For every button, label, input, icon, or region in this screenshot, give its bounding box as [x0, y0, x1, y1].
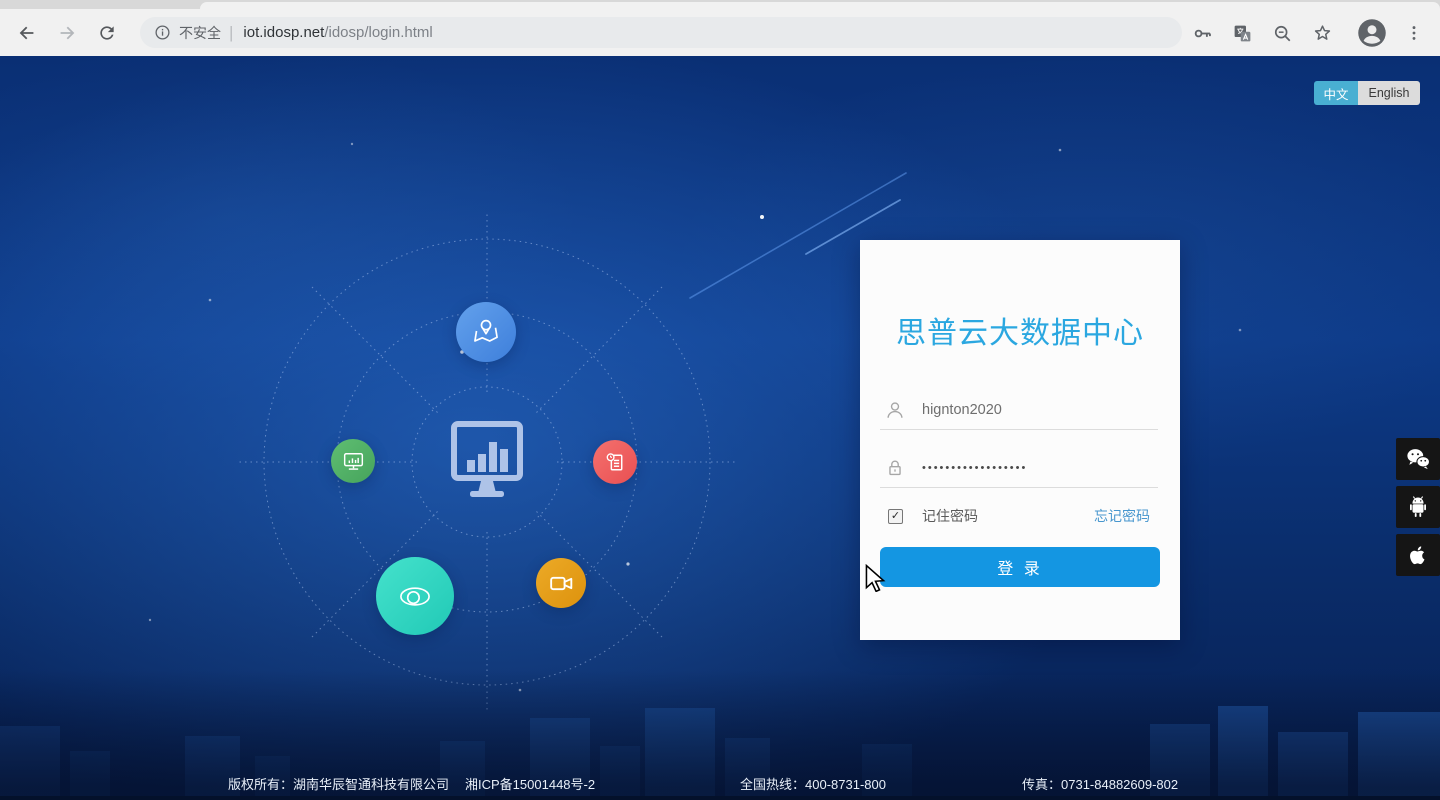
- back-button[interactable]: [12, 18, 42, 48]
- remember-checkbox[interactable]: ✓: [888, 508, 903, 524]
- language-toggle: 中文 English: [1314, 81, 1420, 105]
- footer-strip: [0, 796, 1440, 800]
- footer-fax: 传真：0731-84882609-802: [1022, 777, 1179, 792]
- report-document-icon: [606, 452, 622, 470]
- browser-tab-strip: [0, 0, 1440, 9]
- zoom-button[interactable]: [1269, 20, 1295, 46]
- wechat-icon: [1407, 449, 1431, 470]
- browser-toolbar: 不安全 | iot.idosp.net /idosp/login.html: [0, 9, 1440, 56]
- url-host: iot.idosp.net: [243, 24, 325, 41]
- login-button[interactable]: 登 录: [880, 547, 1160, 587]
- device-monitor-node: [331, 439, 375, 483]
- footer: 版权所有：湖南华辰智通科技有限公司 湘ICP备15001448号-2 全国热线：…: [0, 774, 1440, 792]
- report-document-node: [593, 440, 637, 484]
- map-location-node: [456, 302, 516, 362]
- user-icon: [884, 399, 910, 421]
- eye-icon: [400, 587, 430, 606]
- url-path: /idosp/login.html: [324, 24, 433, 41]
- eye-monitoring-node: [376, 557, 454, 635]
- translate-icon: [1234, 25, 1250, 41]
- footer-icp: 湘ICP备15001448号-2: [465, 777, 596, 792]
- username-input[interactable]: [920, 401, 1158, 419]
- password-manager-button[interactable]: [1189, 20, 1215, 46]
- password-input[interactable]: [920, 461, 1158, 475]
- star-icon: [1314, 24, 1330, 40]
- username-field-row: [880, 391, 1158, 430]
- reload-button[interactable]: [92, 18, 122, 48]
- back-icon: [19, 26, 34, 40]
- translate-button[interactable]: [1229, 20, 1255, 46]
- android-icon: [1410, 496, 1426, 517]
- language-chinese-button[interactable]: 中文: [1314, 81, 1358, 105]
- language-english-button[interactable]: English: [1358, 81, 1420, 105]
- central-dashboard-node: [437, 412, 537, 512]
- page-title: 思普云大数据中心: [896, 317, 1144, 350]
- footer-copyright: 版权所有：湖南华辰智通科技有限公司: [228, 777, 450, 792]
- remember-row: ✓ 记住密码 忘记密码: [880, 503, 1150, 529]
- footer-hotline: 全国热线：400-8731-800: [740, 777, 886, 792]
- bookmark-button[interactable]: [1309, 20, 1335, 46]
- forward-button[interactable]: [52, 18, 82, 48]
- android-app-button[interactable]: [1396, 486, 1440, 528]
- login-page: 中文 English 思普云大数据中心 hignton2020 ••••••••…: [0, 56, 1440, 800]
- url-separator: |: [229, 22, 234, 42]
- address-bar[interactable]: 不安全 | iot.idosp.net /idosp/login.html: [140, 17, 1182, 48]
- kebab-menu-icon: [1412, 26, 1416, 40]
- forgot-password-link[interactable]: 忘记密码: [1094, 506, 1150, 526]
- zoom-out-icon: [1274, 25, 1290, 41]
- apple-icon: [1410, 546, 1425, 565]
- page-info-icon[interactable]: [154, 24, 171, 41]
- password-field-row: [880, 449, 1158, 488]
- ios-app-button[interactable]: [1396, 534, 1440, 576]
- active-tab[interactable]: [200, 2, 1440, 9]
- forward-icon: [60, 26, 75, 40]
- login-card: 思普云大数据中心 ✓ 记住密码 忘记密码: [860, 240, 1180, 640]
- remember-label: 记住密码: [922, 508, 978, 524]
- wechat-button[interactable]: [1396, 438, 1440, 480]
- video-camera-node: [536, 558, 586, 608]
- lock-icon: [884, 457, 910, 479]
- profile-button[interactable]: [1356, 17, 1388, 49]
- device-monitor-icon: [343, 452, 363, 470]
- reload-icon: [100, 26, 114, 40]
- dashboard-monitor-icon: [451, 421, 523, 497]
- menu-button[interactable]: [1401, 20, 1427, 46]
- security-label: 不安全: [179, 24, 221, 41]
- map-location-icon: [474, 319, 498, 342]
- key-icon: [1194, 29, 1211, 37]
- mouse-cursor: [862, 563, 888, 597]
- profile-avatar-icon: [1358, 19, 1386, 47]
- video-camera-icon: [549, 576, 572, 590]
- browser-chrome: 不安全 | iot.idosp.net /idosp/login.html: [0, 0, 1440, 56]
